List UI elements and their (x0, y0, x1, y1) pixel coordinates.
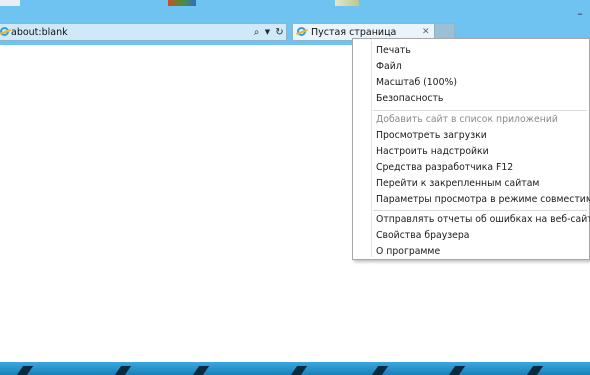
ie-icon (0, 27, 9, 36)
menu-item-internet-options[interactable]: Свойства браузера (376, 228, 469, 243)
window-thumbnail[interactable] (168, 0, 196, 6)
taskbar (0, 362, 590, 375)
menu-item-print[interactable]: Печать (376, 43, 411, 58)
menu-item-report-errors[interactable]: Отправлять отчеты об ошибках на веб-сайт… (376, 212, 590, 227)
menu-item-f12-devtools[interactable]: Средства разработчика F12 (376, 160, 513, 175)
taskbar-thumbnails (0, 0, 590, 6)
menu-item-add-site-apps: Добавить сайт в список приложений (376, 114, 558, 125)
minimize-icon[interactable]: – (574, 8, 586, 19)
address-bar[interactable]: about:blank ⌕ ▼ ↻ (0, 23, 287, 41)
taskbar-item[interactable] (16, 366, 34, 375)
taskbar-item[interactable] (448, 366, 466, 375)
ie-icon (297, 27, 306, 36)
menu-item-file[interactable]: Файл (376, 59, 402, 74)
window-thumbnail[interactable] (335, 0, 359, 6)
tools-menu: Печать Файл Масштаб (100%) Безопасность … (352, 38, 590, 260)
menu-separator (373, 210, 587, 211)
menu-item-manage-addons[interactable]: Настроить надстройки (376, 144, 489, 159)
refresh-icon[interactable]: ↻ (273, 25, 286, 40)
taskbar-item[interactable] (290, 366, 308, 375)
taskbar-item[interactable] (526, 366, 544, 375)
taskbar-item[interactable] (371, 366, 389, 375)
taskbar-item[interactable] (114, 366, 132, 375)
menu-item-about[interactable]: О программе (376, 244, 440, 259)
menu-item-pinned-sites[interactable]: Перейти к закрепленным сайтам (376, 176, 539, 191)
address-text[interactable]: about:blank (11, 26, 68, 39)
menu-item-view-downloads[interactable]: Просмотреть загрузки (376, 128, 487, 143)
menu-item-compat-view[interactable]: Параметры просмотра в режиме совместимос… (376, 192, 590, 207)
menu-item-security[interactable]: Безопасность (376, 91, 443, 106)
menu-separator (373, 110, 587, 111)
menu-gutter (371, 41, 372, 257)
menu-item-zoom[interactable]: Масштаб (100%) (376, 75, 457, 90)
window-thumbnail[interactable] (0, 0, 20, 6)
taskbar-item[interactable] (192, 366, 210, 375)
